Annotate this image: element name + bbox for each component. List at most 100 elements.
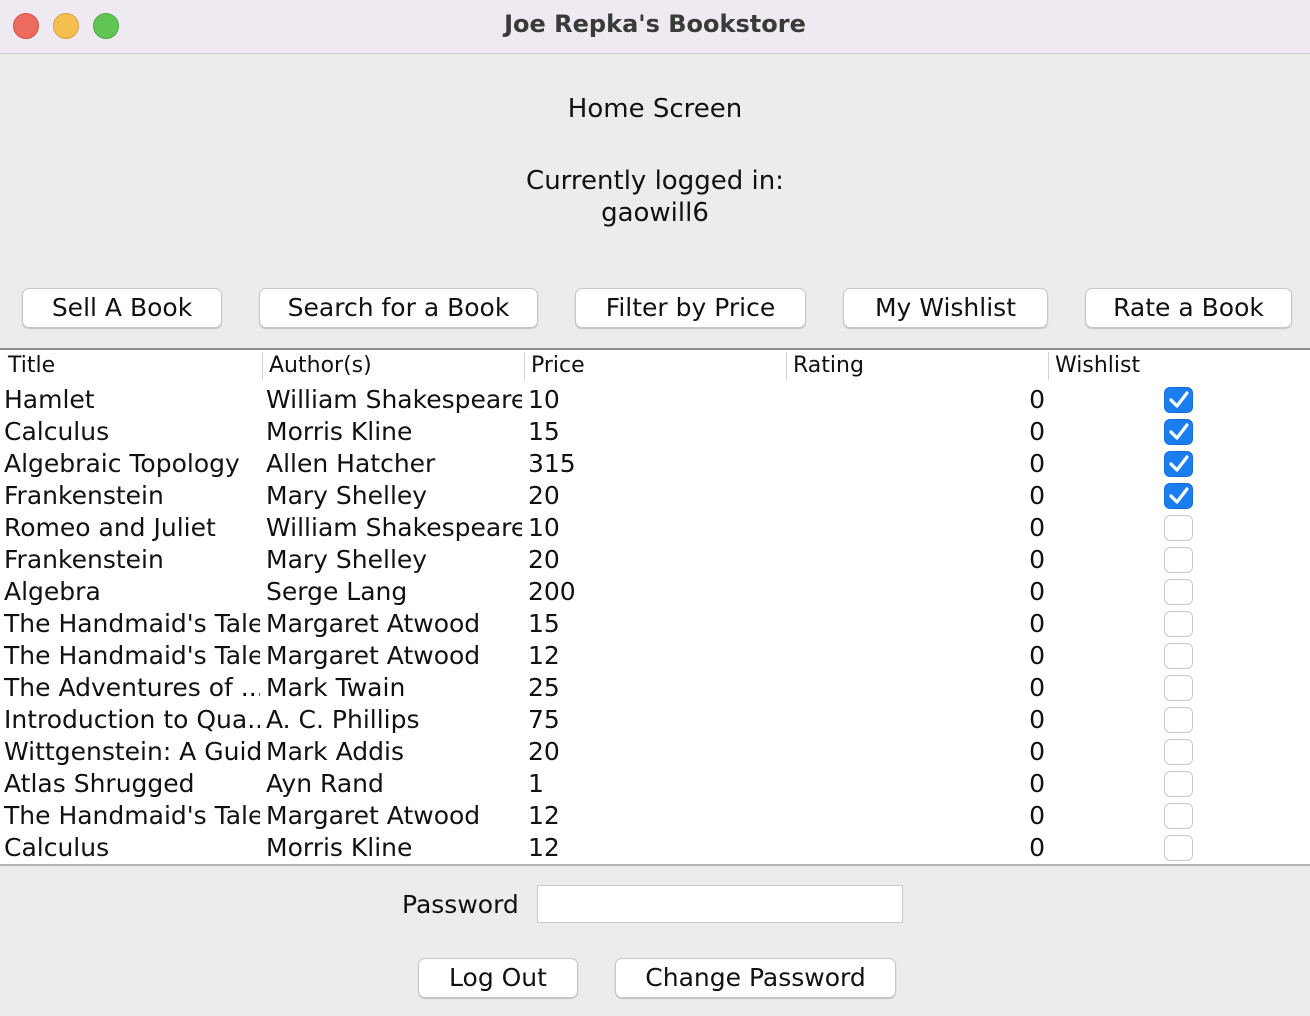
table-row[interactable]: Calculus Morris Kline 12 0 [0, 832, 1310, 864]
wishlist-checkbox[interactable] [1164, 835, 1193, 861]
cell-price: 10 [528, 385, 560, 414]
change-password-button[interactable]: Change Password [615, 958, 896, 998]
wishlist-checkbox[interactable] [1164, 515, 1193, 541]
wishlist-checkbox[interactable] [1164, 547, 1193, 573]
cell-rating: 0 [1029, 609, 1045, 638]
cell-author: A. C. Phillips [266, 705, 420, 734]
table-row[interactable]: The Handmaid's Tale Margaret Atwood 15 0 [0, 608, 1310, 640]
column-header-author[interactable]: Author(s) [262, 352, 524, 380]
cell-author: Ayn Rand [266, 769, 384, 798]
cell-price: 12 [528, 833, 560, 862]
cell-author: Margaret Atwood [266, 801, 481, 830]
logout-button[interactable]: Log Out [418, 958, 578, 998]
table-row[interactable]: Atlas Shrugged Ayn Rand 1 0 [0, 768, 1310, 800]
username-label: gaowill6 [601, 198, 709, 228]
cell-title: Wittgenstein: A Guid... [4, 737, 260, 766]
cell-title: The Handmaid's Tale [4, 801, 260, 830]
wishlist-checkbox[interactable] [1164, 611, 1193, 637]
table-row[interactable]: Introduction to Qua... A. C. Phillips 75 0 [0, 704, 1310, 736]
cell-price: 20 [528, 737, 560, 766]
checkmark-icon [1169, 423, 1189, 440]
cell-title: Introduction to Qua... [4, 705, 260, 734]
wishlist-checkbox[interactable] [1164, 579, 1193, 605]
cell-price: 315 [528, 449, 576, 478]
cell-author: Allen Hatcher [266, 449, 436, 478]
books-table[interactable]: Title Author(s) Price Rating Wishlist Ha… [0, 348, 1310, 866]
table-row[interactable]: The Handmaid's Tale Margaret Atwood 12 0 [0, 640, 1310, 672]
column-header-price[interactable]: Price [524, 352, 786, 380]
cell-title: The Adventures of ... [4, 673, 260, 702]
filter-price-button[interactable]: Filter by Price [575, 288, 806, 328]
cell-title: Algebra [4, 577, 101, 606]
cell-rating: 0 [1029, 417, 1045, 446]
wishlist-checkbox[interactable] [1164, 419, 1193, 445]
cell-author: Margaret Atwood [266, 609, 481, 638]
cell-title: Romeo and Juliet [4, 513, 216, 542]
table-row[interactable]: Frankenstein Mary Shelley 20 0 [0, 480, 1310, 512]
rate-book-button[interactable]: Rate a Book [1085, 288, 1292, 328]
password-input[interactable] [537, 885, 903, 923]
cell-rating: 0 [1029, 481, 1045, 510]
cell-author: Morris Kline [266, 833, 413, 862]
logged-in-label: Currently logged in: [526, 166, 784, 196]
table-row[interactable]: Calculus Morris Kline 15 0 [0, 416, 1310, 448]
table-row[interactable]: Algebraic Topology Allen Hatcher 315 0 [0, 448, 1310, 480]
wishlist-checkbox[interactable] [1164, 707, 1193, 733]
cell-author: Margaret Atwood [266, 641, 481, 670]
cell-author: Mark Addis [266, 737, 404, 766]
table-row[interactable]: Algebra Serge Lang 200 0 [0, 576, 1310, 608]
table-row[interactable]: Wittgenstein: A Guid... Mark Addis 20 0 [0, 736, 1310, 768]
cell-rating: 0 [1029, 385, 1045, 414]
cell-author: Mark Twain [266, 673, 406, 702]
cell-title: Algebraic Topology [4, 449, 240, 478]
cell-price: 20 [528, 545, 560, 574]
wishlist-checkbox[interactable] [1164, 675, 1193, 701]
cell-title: The Handmaid's Tale [4, 609, 260, 638]
cell-title: Calculus [4, 417, 110, 446]
window-title: Joe Repka's Bookstore [504, 10, 806, 38]
table-row[interactable]: Romeo and Juliet William Shakespeare 10 0 [0, 512, 1310, 544]
cell-title: The Handmaid's Tale [4, 641, 260, 670]
sell-book-button[interactable]: Sell A Book [22, 288, 222, 328]
wishlist-checkbox[interactable] [1164, 803, 1193, 829]
cell-rating: 0 [1029, 769, 1045, 798]
wishlist-checkbox[interactable] [1164, 771, 1193, 797]
cell-author: Mary Shelley [266, 545, 428, 574]
cell-price: 10 [528, 513, 560, 542]
cell-price: 12 [528, 801, 560, 830]
wishlist-checkbox[interactable] [1164, 451, 1193, 477]
table-row[interactable]: Frankenstein Mary Shelley 20 0 [0, 544, 1310, 576]
table-row[interactable]: The Adventures of ... Mark Twain 25 0 [0, 672, 1310, 704]
cell-price: 75 [528, 705, 560, 734]
my-wishlist-button[interactable]: My Wishlist [843, 288, 1048, 328]
column-header-rating[interactable]: Rating [786, 352, 1048, 380]
wishlist-checkbox[interactable] [1164, 387, 1193, 413]
cell-title: Frankenstein [4, 481, 164, 510]
cell-price: 15 [528, 417, 560, 446]
wishlist-checkbox[interactable] [1164, 483, 1193, 509]
cell-price: 20 [528, 481, 560, 510]
cell-price: 1 [528, 769, 544, 798]
column-header-title[interactable]: Title [0, 352, 262, 380]
search-book-button[interactable]: Search for a Book [259, 288, 538, 328]
cell-price: 15 [528, 609, 560, 638]
wishlist-checkbox[interactable] [1164, 643, 1193, 669]
cell-price: 12 [528, 641, 560, 670]
cell-author: Morris Kline [266, 417, 413, 446]
title-bar: Joe Repka's Bookstore [0, 0, 1310, 54]
cell-title: Hamlet [4, 385, 95, 414]
cell-rating: 0 [1029, 705, 1045, 734]
page-title: Home Screen [567, 94, 743, 124]
cell-rating: 0 [1029, 545, 1045, 574]
cell-title: Frankenstein [4, 545, 164, 574]
cell-rating: 0 [1029, 577, 1045, 606]
cell-price: 200 [528, 577, 576, 606]
cell-title: Calculus [4, 833, 110, 862]
cell-author: William Shakespeare [266, 513, 522, 542]
wishlist-checkbox[interactable] [1164, 739, 1193, 765]
cell-title: Atlas Shrugged [4, 769, 195, 798]
column-header-wishlist[interactable]: Wishlist [1048, 352, 1310, 380]
cell-rating: 0 [1029, 801, 1045, 830]
table-row[interactable]: Hamlet William Shakespeare 10 0 [0, 384, 1310, 416]
table-row[interactable]: The Handmaid's Tale Margaret Atwood 12 0 [0, 800, 1310, 832]
